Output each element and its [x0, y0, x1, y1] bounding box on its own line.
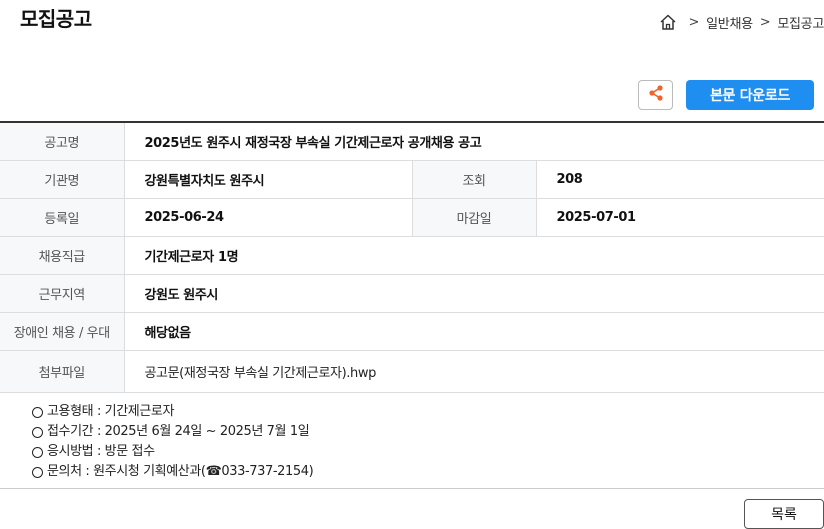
- disability-value: 해당없음: [124, 312, 824, 351]
- circle-bullet-icon: [32, 426, 43, 438]
- application-period-text: 접수기간 : 2025년 6월 24일 ~ 2025년 7월 1일: [47, 424, 310, 439]
- registered-value: 2025-06-24: [124, 198, 413, 237]
- views-label: 조회: [412, 160, 537, 199]
- employment-type-text: 고용형태 : 기간제근로자: [47, 404, 175, 419]
- row-title: 공고명 2025년도 원주시 재정국장 부속실 기간제근로자 공개채용 공고: [0, 122, 824, 161]
- agency-label: 기관명: [0, 160, 125, 199]
- disability-label: 장애인 채용 / 우대: [0, 312, 125, 351]
- download-button[interactable]: 본문 다운로드: [686, 80, 814, 110]
- deadline-label: 마감일: [412, 198, 537, 237]
- list-button[interactable]: 목록: [744, 499, 824, 529]
- position-value: 기간제근로자 1명: [124, 236, 824, 275]
- views-value: 208: [536, 160, 824, 199]
- divider: [0, 488, 824, 489]
- position-label: 채용직급: [0, 236, 125, 275]
- row-region: 근무지역 강원도 원주시: [0, 274, 824, 313]
- breadcrumb-separator: >: [759, 14, 771, 30]
- row-agency: 기관명 강원특별자치도 원주시 조회 208: [0, 160, 824, 199]
- deadline-value: 2025-07-01: [536, 198, 824, 237]
- breadcrumb-separator: >: [688, 14, 700, 30]
- circle-bullet-icon: [32, 466, 43, 478]
- share-button[interactable]: [638, 80, 673, 110]
- title-label: 공고명: [0, 122, 125, 161]
- region-label: 근무지역: [0, 274, 125, 313]
- circle-bullet-icon: [32, 446, 43, 458]
- contact-text: 문의처 : 원주시청 기획예산과(☎033-737-2154): [47, 464, 314, 479]
- attachment-label: 첨부파일: [0, 350, 125, 393]
- row-position: 채용직급 기간제근로자 1명: [0, 236, 824, 275]
- breadcrumb: > 일반채용 > 모집공고: [659, 12, 824, 32]
- breadcrumb-item-recruitment[interactable]: 모집공고: [777, 13, 824, 32]
- body-line: 고용형태 : 기간제근로자: [32, 402, 313, 422]
- circle-bullet-icon: [32, 406, 43, 418]
- info-table: 공고명 2025년도 원주시 재정국장 부속실 기간제근로자 공개채용 공고 기…: [0, 121, 824, 393]
- row-dates: 등록일 2025-06-24 마감일 2025-07-01: [0, 198, 824, 237]
- announcement-body: 고용형태 : 기간제근로자 접수기간 : 2025년 6월 24일 ~ 2025…: [32, 402, 314, 482]
- title-value: 2025년도 원주시 재정국장 부속실 기간제근로자 공개채용 공고: [124, 122, 824, 161]
- region-value: 강원도 원주시: [124, 274, 824, 313]
- application-method-text: 응시방법 : 방문 접수: [47, 444, 155, 459]
- body-line: 문의처 : 원주시청 기획예산과(☎033-737-2154): [32, 462, 314, 482]
- attachment-link[interactable]: 공고문(재정국장 부속실 기간제근로자).hwp: [124, 350, 824, 393]
- page-title: 모집공고: [20, 7, 92, 31]
- breadcrumb-item-general-hiring[interactable]: 일반채용: [706, 13, 753, 32]
- share-icon: [647, 84, 665, 106]
- body-line: 접수기간 : 2025년 6월 24일 ~ 2025년 7월 1일: [32, 422, 313, 442]
- registered-label: 등록일: [0, 198, 125, 237]
- body-line: 응시방법 : 방문 접수: [32, 442, 313, 462]
- row-attachment: 첨부파일 공고문(재정국장 부속실 기간제근로자).hwp: [0, 350, 824, 393]
- home-icon[interactable]: [659, 13, 677, 31]
- agency-value: 강원특별자치도 원주시: [124, 160, 413, 199]
- row-disability: 장애인 채용 / 우대 해당없음: [0, 312, 824, 351]
